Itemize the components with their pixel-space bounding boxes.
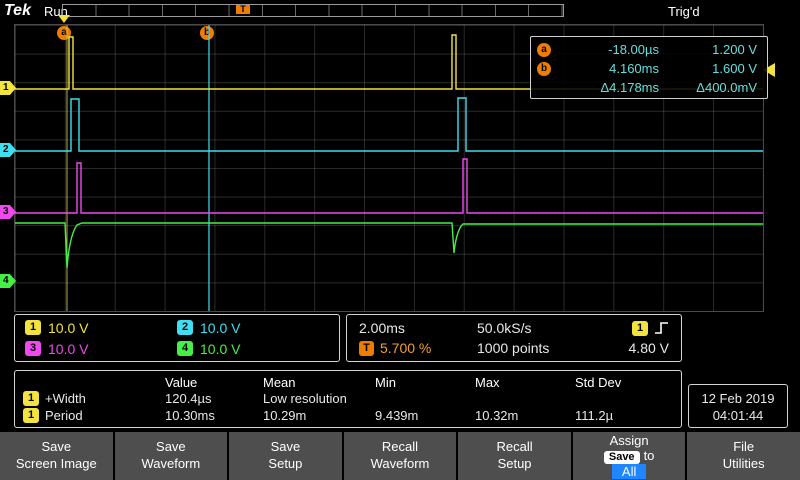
meas-header-min: Min: [375, 375, 475, 390]
meas-header-mean: Mean: [263, 375, 375, 390]
cursor-readout-panel: a -18.00µs 1.200 V b 4.160ms 1.600 V Δ4.…: [530, 36, 768, 99]
record-length: 1000 points: [477, 340, 609, 356]
save-key-badge: Save: [604, 451, 640, 464]
cursor-delta-volt: Δ400.0mV: [659, 80, 757, 95]
ch3-badge: 3: [25, 341, 41, 356]
trigger-source-readout: 1: [632, 321, 669, 336]
horizontal-trigger-panel: 2.00ms 50.0kS/s 1 T 5.700 % 1000 points …: [346, 314, 682, 362]
meas-row2-source-badge: 1: [23, 408, 39, 423]
menu-assign-line3: All: [573, 464, 686, 479]
menu-save-setup-line1: Save: [229, 438, 342, 455]
time-per-div: 2.00ms: [359, 320, 477, 336]
cursor-delta-time: Δ4.178ms: [557, 80, 659, 95]
meas-row2-stddev: 111.2µ: [575, 408, 673, 423]
meas-header-value: Value: [165, 375, 263, 390]
meas-header-stddev: Std Dev: [575, 375, 673, 390]
meas-row2-mean: 10.29m: [263, 408, 375, 423]
meas-row2-max: 10.32m: [475, 408, 575, 423]
menu-assign-to-label: to: [644, 448, 655, 463]
trigger-level-value: 4.80 V: [629, 340, 669, 356]
ch3-waveform: [15, 159, 763, 213]
assign-target-all-badge: All: [612, 464, 646, 479]
menu-file-utilities-line1: File: [687, 438, 800, 455]
ch4-scale-readout[interactable]: 4 10.0 V: [177, 338, 329, 359]
meas-row1-value: 120.4µs: [165, 391, 263, 406]
sample-rate: 50.0kS/s: [477, 320, 609, 336]
ch4-badge: 4: [177, 341, 193, 356]
tek-logo: Tek: [4, 2, 31, 20]
ch2-waveform: [15, 98, 763, 151]
menu-recall-setup-line2: Setup: [458, 455, 571, 472]
meas-row2-min: 9.439m: [375, 408, 475, 423]
ch4-scale-value: 10.0 V: [200, 341, 240, 357]
trigger-position-marker[interactable]: T: [236, 5, 250, 14]
meas-row2-label: 1 Period: [23, 408, 165, 423]
ch2-scale-value: 10.0 V: [200, 320, 240, 336]
cursor-a-time: -18.00µs: [557, 42, 659, 57]
ch1-scale-value: 10.0 V: [48, 320, 88, 336]
ch2-badge: 2: [177, 320, 193, 335]
channel-scale-panel: 1 10.0 V 2 10.0 V 3 10.0 V 4 10.0 V: [14, 314, 340, 362]
ch1-scale-readout[interactable]: 1 10.0 V: [25, 317, 177, 338]
meas-header-max: Max: [475, 375, 575, 390]
menu-save-screen-image-line2: Screen Image: [0, 455, 113, 472]
meas-row1-mean: Low resolution: [263, 391, 375, 406]
cursor-b-volt: 1.600 V: [659, 61, 757, 76]
menu-save-setup[interactable]: Save Setup: [229, 432, 342, 480]
softkey-menu: Save Screen Image Save Waveform Save Set…: [0, 432, 800, 480]
ch1-badge: 1: [25, 320, 41, 335]
cursor-a-position-arrow[interactable]: [58, 15, 70, 23]
cursor-b-readout-badge: b: [537, 62, 551, 76]
acquisition-preview-bar[interactable]: T: [62, 4, 564, 17]
measurement-panel: Value Mean Min Max Std Dev 1 +Width 120.…: [14, 370, 682, 428]
trigger-source-badge: 1: [632, 321, 648, 336]
trigger-position-readout: T 5.700 %: [359, 340, 477, 356]
menu-file-utilities[interactable]: File Utilities: [687, 432, 800, 480]
trigger-position-value: 5.700 %: [380, 340, 431, 356]
menu-assign-line1: Assign: [573, 433, 686, 448]
cursor-a-readout-badge: a: [537, 43, 551, 57]
cursor-b-time: 4.160ms: [557, 61, 659, 76]
menu-recall-waveform-line2: Waveform: [344, 455, 457, 472]
ch3-scale-readout[interactable]: 3 10.0 V: [25, 338, 177, 359]
ch3-scale-value: 10.0 V: [48, 341, 88, 357]
meas-row1-source-badge: 1: [23, 391, 39, 406]
meas-row2-name: Period: [45, 408, 83, 423]
menu-save-setup-line2: Setup: [229, 455, 342, 472]
menu-save-waveform-line2: Waveform: [115, 455, 228, 472]
ch2-scale-readout[interactable]: 2 10.0 V: [177, 317, 329, 338]
menu-assign-save-to[interactable]: Assign Saveto All: [573, 432, 686, 480]
menu-assign-line2: Saveto: [573, 448, 686, 464]
menu-recall-setup[interactable]: Recall Setup: [458, 432, 571, 480]
meas-row2-value: 10.30ms: [165, 408, 263, 423]
rising-edge-icon: [654, 321, 669, 335]
menu-recall-waveform[interactable]: Recall Waveform: [344, 432, 457, 480]
menu-save-waveform-line1: Save: [115, 438, 228, 455]
menu-save-waveform[interactable]: Save Waveform: [115, 432, 228, 480]
menu-save-screen-image-line1: Save: [0, 438, 113, 455]
time-display: 04:01:44: [689, 407, 787, 424]
clock-panel: 12 Feb 2019 04:01:44: [688, 384, 788, 428]
meas-row1-label: 1 +Width: [23, 391, 165, 406]
ch4-waveform: [15, 223, 763, 268]
menu-file-utilities-line2: Utilities: [687, 455, 800, 472]
cursor-a-volt: 1.200 V: [659, 42, 757, 57]
trigger-t-badge: T: [359, 341, 374, 356]
menu-save-screen-image[interactable]: Save Screen Image: [0, 432, 113, 480]
menu-recall-setup-line1: Recall: [458, 438, 571, 455]
trigger-status: Trig'd: [668, 4, 700, 19]
date-display: 12 Feb 2019: [689, 390, 787, 407]
menu-recall-waveform-line1: Recall: [344, 438, 457, 455]
meas-row1-name: +Width: [45, 391, 86, 406]
